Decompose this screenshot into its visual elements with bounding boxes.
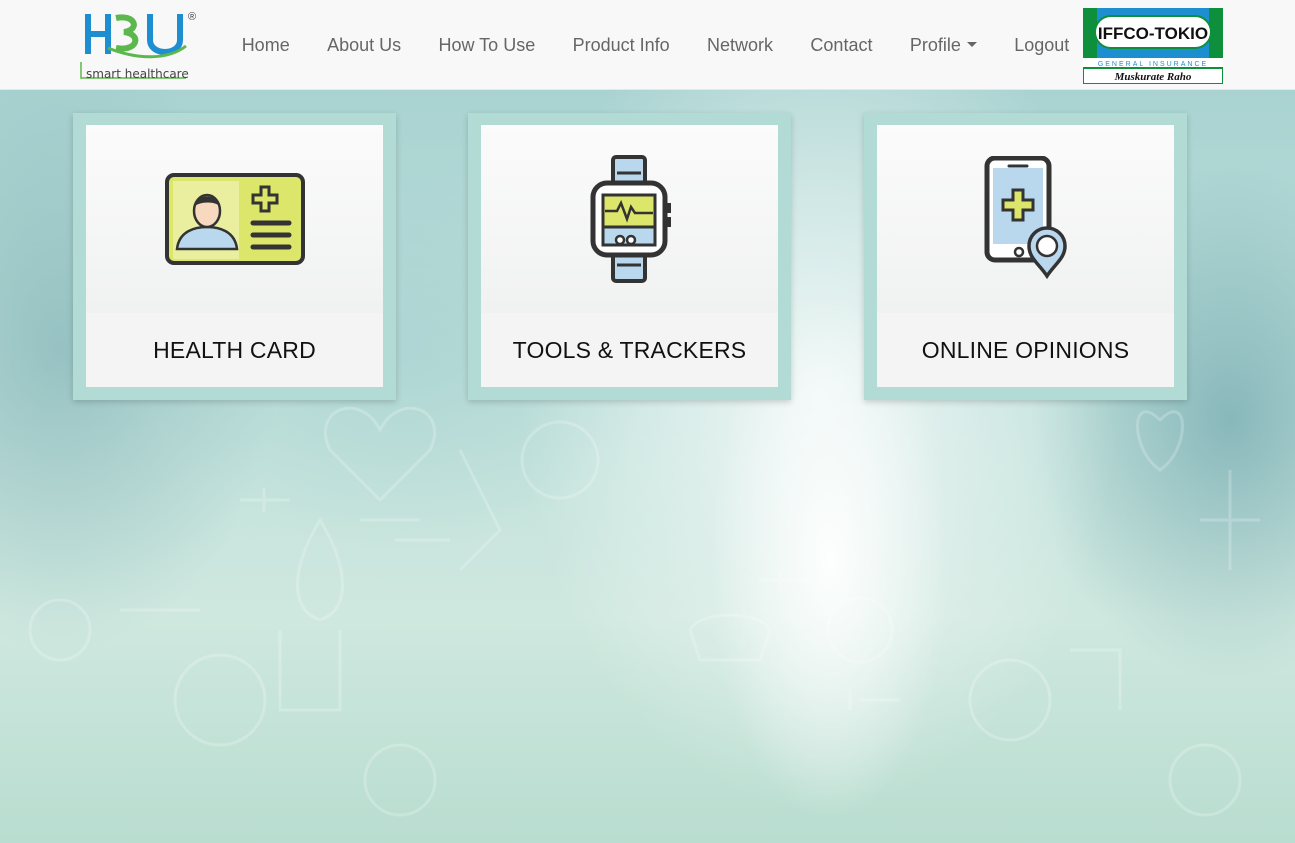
nav-contact[interactable]: Contact (792, 0, 891, 90)
nav-network[interactable]: Network (688, 0, 791, 90)
top-navbar: ® smart healthcare Home About Us How To … (0, 0, 1295, 90)
logo-tagline: smart healthcare (86, 67, 189, 81)
smartwatch-icon (590, 155, 671, 283)
nav-about-us[interactable]: About Us (308, 0, 419, 90)
card-image (86, 125, 383, 313)
card-inner: HEALTH CARD (86, 125, 383, 387)
card-label: TOOLS & TRACKERS (481, 313, 778, 387)
card-tools-trackers[interactable]: TOOLS & TRACKERS (468, 113, 791, 400)
caret-down-icon (966, 41, 977, 47)
partner-name: IFFCO-TOKIO (1098, 24, 1208, 43)
card-online-opinions[interactable]: ONLINE OPINIONS (864, 113, 1187, 400)
iffco-tokio-logo[interactable]: IFFCO-TOKIO GENERAL INSURANCE Muskurate … (1082, 8, 1224, 85)
card-image (877, 125, 1174, 313)
registered-mark: ® (188, 11, 196, 23)
nav-profile-dropdown[interactable]: Profile (891, 0, 995, 90)
health-card-icon (164, 173, 305, 265)
nav-profile-label: Profile (909, 35, 961, 55)
card-label: HEALTH CARD (86, 313, 383, 387)
partner-tagline: Muskurate Raho (1114, 71, 1192, 83)
card-inner: TOOLS & TRACKERS (481, 125, 778, 387)
card-label: ONLINE OPINIONS (877, 313, 1174, 387)
nav-home[interactable]: Home (223, 0, 308, 90)
partner-subtitle: GENERAL INSURANCE (1098, 61, 1208, 68)
main-nav: Home About Us How To Use Product Info Ne… (223, 0, 1088, 90)
nav-how-to-use[interactable]: How To Use (420, 0, 554, 90)
mobile-location-icon (984, 156, 1067, 280)
card-image (481, 125, 778, 313)
nav-logout[interactable]: Logout (996, 0, 1088, 90)
nav-product-info[interactable]: Product Info (554, 0, 688, 90)
card-inner: ONLINE OPINIONS (877, 125, 1174, 387)
hbu-logo[interactable]: ® smart healthcare (78, 8, 200, 84)
card-health-card[interactable]: HEALTH CARD (73, 113, 396, 400)
